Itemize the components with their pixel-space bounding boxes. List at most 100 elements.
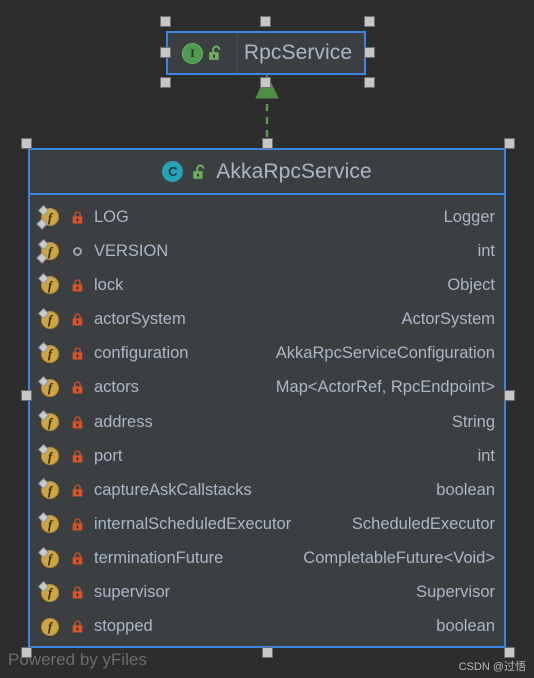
csdn-watermark: CSDN @过悟 (458, 661, 526, 673)
field-icon (38, 375, 60, 398)
field-icon (38, 512, 60, 534)
attribute-name: LOG (94, 207, 129, 226)
attribute-name: port (94, 446, 123, 465)
field-icon (38, 444, 60, 466)
class-attribute-list: LOG Logger VERSION int lock Object actorSystem… (30, 195, 504, 646)
attribute-type: ActorSystem (401, 310, 495, 329)
attribute-name: configuration (94, 344, 189, 363)
field-icon (38, 307, 60, 330)
attribute-name: supervisor (94, 583, 171, 602)
visibility-cell (69, 347, 86, 360)
class-attribute-row[interactable]: internalScheduledExecutor ScheduledExecut… (30, 507, 504, 541)
visibility-cell (69, 449, 86, 463)
class-selection-handle-se[interactable] (505, 648, 514, 657)
lock-closed-icon (72, 415, 83, 429)
visibility-cell (69, 552, 86, 565)
selection-handle-se[interactable] (365, 78, 374, 87)
class-selection-handle-n[interactable] (263, 139, 272, 148)
selection-handle-n[interactable] (261, 17, 270, 26)
class-attribute-row[interactable]: LOG Logger (30, 200, 504, 234)
lock-open-icon (192, 164, 207, 180)
attribute-name: actors (94, 378, 139, 397)
class-attribute-row[interactable]: configuration AkkaRpcServiceConfiguration (30, 337, 504, 371)
field-icon (40, 617, 60, 637)
class-attribute-row[interactable]: terminationFuture CompletableFuture<Void> (30, 542, 504, 576)
visibility-cell (69, 313, 86, 326)
selection-handle-sw[interactable] (161, 78, 170, 87)
class-icon (162, 161, 184, 182)
visibility-cell (69, 415, 86, 429)
visibility-cell (69, 279, 86, 292)
attribute-name: internalScheduledExecutor (94, 514, 292, 533)
diagram-canvas[interactable]: RpcService AkkaRpcService LOG Logger VERSI… (0, 0, 534, 678)
attribute-name: captureAskCallstacks (94, 480, 252, 499)
class-attribute-row[interactable]: address String (30, 405, 504, 439)
selection-handle-nw[interactable] (161, 17, 170, 26)
selection-handle-s[interactable] (261, 78, 270, 87)
class-attribute-row[interactable]: stopped boolean (30, 610, 504, 644)
attribute-type: AkkaRpcServiceConfiguration (275, 344, 495, 363)
class-selection-handle-w[interactable] (22, 391, 31, 400)
attribute-type: String (451, 412, 495, 431)
visibility-cell (69, 381, 86, 394)
attribute-name: terminationFuture (94, 549, 224, 568)
class-selection-handle-e[interactable] (505, 391, 514, 400)
lock-closed-icon (72, 449, 83, 463)
class-attribute-row[interactable]: actorSystem ActorSystem (30, 302, 504, 336)
selection-handle-w[interactable] (161, 48, 170, 57)
field-icon (36, 205, 60, 230)
attribute-type: Supervisor (416, 583, 495, 602)
class-selection-handle-s[interactable] (263, 648, 272, 657)
field-icon (38, 580, 60, 603)
attribute-type: boolean (436, 480, 495, 499)
lock-closed-icon (72, 313, 83, 326)
field-icon (38, 410, 60, 432)
class-attribute-row[interactable]: VERSION int (30, 234, 504, 268)
attribute-type: Map<ActorRef, RpcEndpoint> (275, 378, 495, 397)
visibility-cell (69, 210, 86, 224)
lock-closed-icon (72, 484, 83, 497)
lock-closed-icon (72, 381, 83, 394)
field-icon (38, 273, 60, 295)
interface-icon (182, 42, 203, 64)
lock-open-icon (208, 45, 223, 61)
attribute-name: address (94, 412, 153, 431)
class-name: AkkaRpcService (216, 159, 372, 183)
class-selection-handle-ne[interactable] (505, 139, 514, 148)
attribute-name: lock (94, 275, 124, 294)
attribute-type: ScheduledExecutor (351, 514, 495, 533)
class-attribute-row[interactable]: supervisor Supervisor (30, 576, 504, 610)
visibility-cell (69, 620, 86, 633)
uml-interface-node[interactable]: RpcService (166, 31, 366, 75)
circle-icon (73, 246, 82, 256)
visibility-cell (69, 518, 86, 531)
selection-handle-e[interactable] (365, 48, 374, 57)
lock-closed-icon (72, 518, 83, 531)
attribute-type: CompletableFuture<Void> (303, 549, 495, 568)
class-selection-handle-nw[interactable] (22, 139, 31, 148)
interface-name: RpcService (243, 41, 353, 64)
lock-closed-icon (72, 347, 83, 360)
visibility-cell (69, 484, 86, 497)
class-selection-handle-sw[interactable] (22, 648, 31, 657)
lock-closed-icon (72, 279, 83, 292)
lock-closed-icon (72, 552, 83, 565)
lock-closed-icon (72, 620, 83, 633)
uml-class-node[interactable]: AkkaRpcService LOG Logger VERSION int lock Ob… (28, 148, 506, 648)
class-attribute-row[interactable]: captureAskCallstacks boolean (30, 473, 504, 507)
interface-stereotype-cell (168, 33, 238, 73)
lock-closed-icon (72, 210, 83, 224)
visibility-cell (69, 246, 86, 256)
class-header: AkkaRpcService (30, 150, 504, 195)
class-attribute-row[interactable]: actors Map<ActorRef, RpcEndpoint> (30, 371, 504, 405)
attribute-type: int (477, 446, 495, 465)
visibility-cell (69, 586, 86, 599)
class-attribute-row[interactable]: port int (30, 439, 504, 473)
field-icon (38, 546, 60, 569)
attribute-type: int (477, 241, 495, 260)
selection-handle-ne[interactable] (365, 17, 374, 26)
class-attribute-row[interactable]: lock Object (30, 268, 504, 302)
attribute-name: stopped (94, 617, 153, 636)
field-icon (36, 239, 60, 264)
field-icon (38, 478, 60, 500)
